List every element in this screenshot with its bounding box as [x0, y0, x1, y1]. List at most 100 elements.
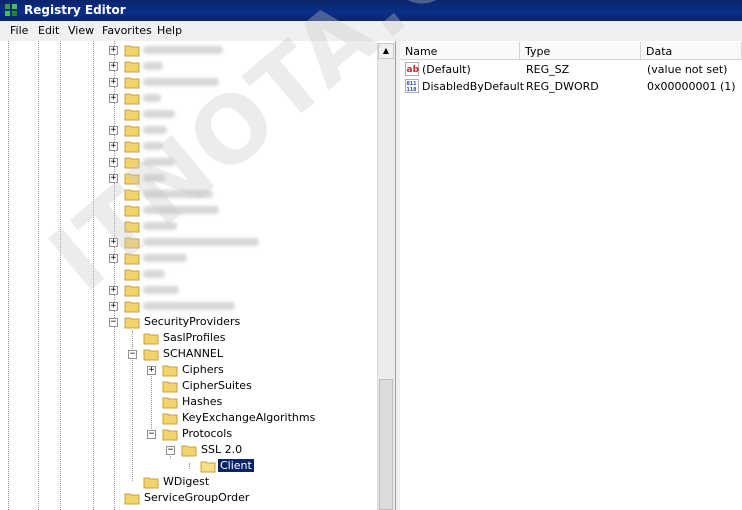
string-value-icon: ab — [405, 62, 419, 76]
tree-item[interactable]: + — [0, 90, 360, 106]
value-row-default[interactable]: ab (Default) REG_SZ (value not set) — [400, 61, 742, 78]
expand-icon[interactable]: + — [109, 254, 118, 263]
folder-icon — [124, 61, 140, 73]
values-list[interactable]: Name Type Data ab (Default) REG_SZ (valu… — [400, 41, 742, 510]
tree-scrollbar[interactable]: ▲ — [377, 43, 395, 510]
folder-icon — [162, 365, 178, 377]
registry-tree[interactable]: + + + + + + + + + + + + − SecurityProvid… — [0, 41, 396, 510]
folder-icon — [124, 237, 140, 249]
tree-item-ssl20[interactable]: − SSL 2.0 — [0, 442, 360, 458]
tree-item[interactable]: + — [0, 58, 360, 74]
tree-item-ciphers[interactable]: + Ciphers — [0, 362, 360, 378]
menu-view[interactable]: View — [68, 24, 94, 37]
svg-text:110: 110 — [407, 87, 417, 93]
window-title: Registry Editor — [24, 3, 126, 17]
tree-item[interactable]: + — [0, 122, 360, 138]
tree-item-label: SaslProfiles — [163, 331, 226, 344]
tree-item[interactable]: + — [0, 234, 360, 250]
tree-item-label: WDigest — [163, 475, 210, 488]
title-bar: Registry Editor — [0, 0, 742, 21]
folder-icon — [124, 317, 140, 329]
folder-icon — [162, 381, 178, 393]
obscured-key-name — [143, 206, 219, 214]
tree-item-securityproviders[interactable]: − SecurityProviders — [0, 314, 360, 330]
folder-icon — [124, 221, 140, 233]
registry-editor-icon — [5, 4, 17, 16]
tree-item-client[interactable]: Client — [0, 458, 360, 474]
menu-file[interactable]: File — [10, 24, 28, 37]
tree-item-servicegrouporder[interactable]: ServiceGroupOrder — [0, 490, 360, 506]
open-folder-icon — [200, 461, 216, 473]
tree-item[interactable]: + — [0, 154, 360, 170]
obscured-key-name — [143, 270, 165, 278]
expand-icon[interactable]: + — [109, 286, 118, 295]
expand-icon[interactable]: + — [109, 62, 118, 71]
value-row-disabledbydefault[interactable]: 011 110 DisabledByDefault REG_DWORD 0x00… — [400, 78, 742, 95]
value-data: (value not set) — [647, 63, 728, 76]
binary-value-icon: 011 110 — [405, 79, 419, 93]
expand-icon[interactable]: + — [109, 238, 118, 247]
collapse-icon[interactable]: − — [109, 318, 118, 327]
tree-item-saslprofiles[interactable]: SaslProfiles — [0, 330, 360, 346]
folder-icon — [124, 301, 140, 313]
tree-item[interactable]: + — [0, 282, 360, 298]
tree-item[interactable]: + — [0, 74, 360, 90]
expand-icon[interactable]: + — [109, 46, 118, 55]
tree-item-protocols[interactable]: − Protocols — [0, 426, 360, 442]
tree-item[interactable] — [0, 218, 360, 234]
column-header-type[interactable]: Type — [520, 42, 641, 60]
folder-icon — [124, 157, 140, 169]
tree-item-hashes[interactable]: Hashes — [0, 394, 360, 410]
tree-item[interactable]: + — [0, 42, 360, 58]
obscured-key-name — [143, 110, 175, 118]
collapse-icon[interactable]: − — [166, 446, 175, 455]
expand-icon[interactable]: + — [109, 302, 118, 311]
expand-icon[interactable]: + — [109, 158, 118, 167]
folder-icon — [162, 397, 178, 409]
tree-item-schannel[interactable]: − SCHANNEL — [0, 346, 360, 362]
collapse-icon[interactable]: − — [147, 430, 156, 439]
folder-icon — [143, 333, 159, 345]
folder-icon — [124, 109, 140, 121]
expand-icon[interactable]: + — [109, 78, 118, 87]
tree-item[interactable] — [0, 266, 360, 282]
expand-icon[interactable]: + — [109, 126, 118, 135]
folder-icon — [124, 269, 140, 281]
scroll-up-button[interactable]: ▲ — [378, 43, 394, 59]
column-header-data[interactable]: Data — [641, 42, 742, 60]
folder-icon — [162, 413, 178, 425]
scroll-thumb[interactable] — [379, 379, 393, 510]
tree-item-label-selected: Client — [217, 458, 255, 473]
folder-icon — [143, 349, 159, 361]
tree-item[interactable] — [0, 202, 360, 218]
obscured-key-name — [143, 254, 187, 262]
tree-item-wdigest[interactable]: WDigest — [0, 474, 360, 490]
value-name: (Default) — [422, 63, 471, 76]
obscured-key-name — [143, 222, 177, 230]
tree-item[interactable]: + — [0, 298, 360, 314]
expand-icon[interactable]: + — [109, 94, 118, 103]
obscured-key-name — [143, 126, 167, 134]
collapse-icon[interactable]: − — [128, 350, 137, 359]
tree-item-keyexchangealgorithms[interactable]: KeyExchangeAlgorithms — [0, 410, 360, 426]
menu-favorites[interactable]: Favorites — [102, 24, 152, 37]
tree-item[interactable] — [0, 106, 360, 122]
column-header-name[interactable]: Name — [400, 42, 520, 60]
expand-icon[interactable]: + — [109, 142, 118, 151]
tree-item-label: SecurityProviders — [144, 315, 241, 328]
tree-item-label: Hashes — [182, 395, 223, 408]
obscured-key-name — [143, 158, 175, 166]
folder-icon — [124, 173, 140, 185]
tree-item[interactable]: + — [0, 138, 360, 154]
expand-icon[interactable]: + — [147, 366, 156, 375]
folder-icon — [124, 125, 140, 137]
tree-item-ciphersuites[interactable]: CipherSuites — [0, 378, 360, 394]
tree-item[interactable] — [0, 186, 360, 202]
tree-item[interactable]: + — [0, 170, 360, 186]
menu-edit[interactable]: Edit — [38, 24, 59, 37]
obscured-key-name — [143, 238, 259, 246]
folder-icon — [124, 285, 140, 297]
tree-item[interactable]: + — [0, 250, 360, 266]
menu-help[interactable]: Help — [157, 24, 182, 37]
expand-icon[interactable]: + — [109, 174, 118, 183]
